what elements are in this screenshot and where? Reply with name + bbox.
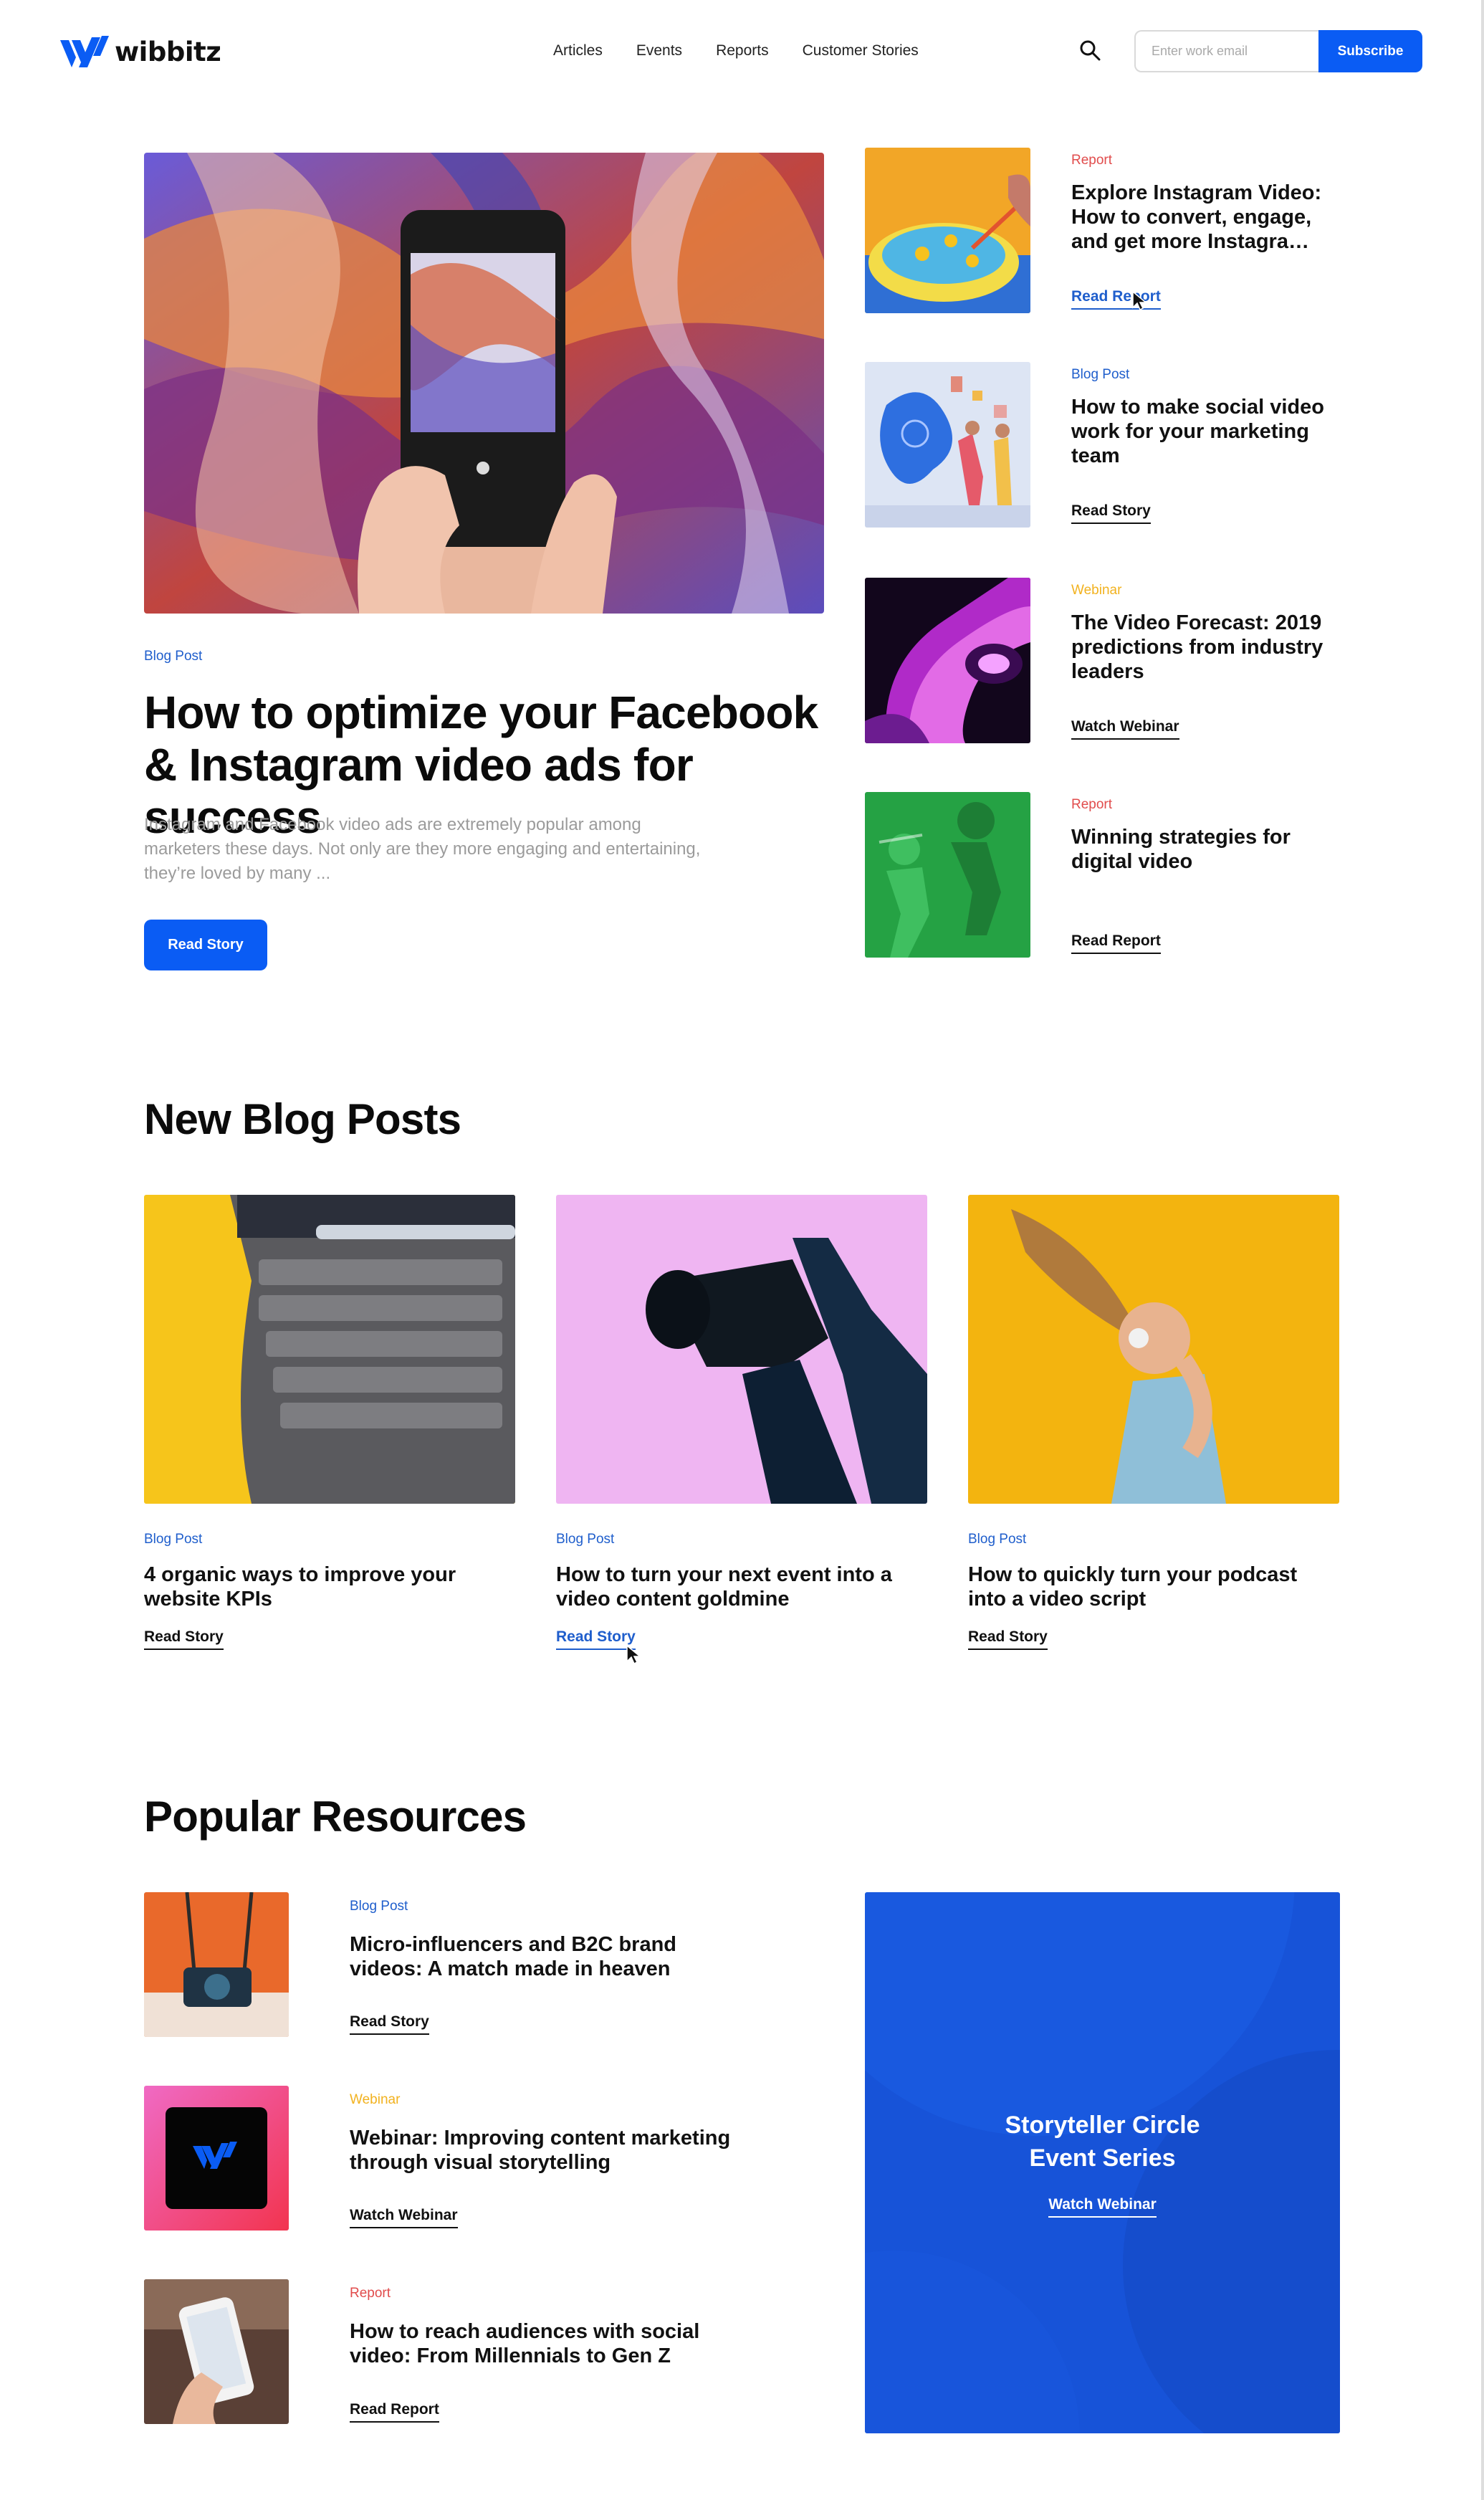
side-item-thumb[interactable]	[865, 148, 1030, 313]
popular-item: Webinar Webinar: Improving content marke…	[144, 2086, 789, 2231]
illustration-image	[865, 362, 1030, 528]
nav-customer-stories[interactable]: Customer Stories	[803, 40, 919, 62]
side-item: Report Explore Instagram Video: How to c…	[865, 148, 1424, 314]
popular-item-link[interactable]: Read Report	[350, 2401, 439, 2423]
side-item-link[interactable]: Read Report	[1071, 288, 1161, 310]
mouse-cursor-icon	[626, 1644, 641, 1665]
popular-item: Report How to reach audiences with socia…	[144, 2279, 789, 2424]
side-item-tag: Report	[1071, 153, 1113, 168]
logo[interactable]: wibbitz	[60, 34, 221, 69]
promo-title: Storyteller Circle Event Series	[865, 2109, 1340, 2175]
side-item-thumb[interactable]	[865, 362, 1030, 528]
blog-card: Blog Post How to quickly turn your podca…	[968, 1195, 1339, 1650]
subscribe-button[interactable]: Subscribe	[1318, 30, 1422, 72]
side-item-tag: Blog Post	[1071, 367, 1130, 382]
green-runners-image	[865, 792, 1030, 958]
new-blog-posts-heading: New Blog Posts	[144, 1095, 461, 1143]
popular-item-title[interactable]: Webinar: Improving content marketing thr…	[350, 2126, 751, 2175]
hero-read-story-button[interactable]: Read Story	[144, 920, 267, 970]
side-item-title[interactable]: How to make social video work for your m…	[1071, 395, 1329, 468]
hero-tag: Blog Post	[144, 649, 203, 664]
blog-card-tag: Blog Post	[968, 1532, 1027, 1547]
popular-item-title[interactable]: How to reach audiences with social video…	[350, 2319, 751, 2368]
abstract-purple-image	[865, 578, 1030, 743]
promo-link-wrap: Watch Webinar	[865, 2196, 1340, 2218]
blog-card-thumb[interactable]	[968, 1195, 1339, 1504]
popular-item-thumb[interactable]	[144, 1892, 289, 2037]
keyboard-image	[144, 1195, 515, 1504]
storyteller-promo-card[interactable]: Storyteller Circle Event Series Watch We…	[865, 1892, 1340, 2433]
side-item-thumb[interactable]	[865, 578, 1030, 743]
side-item-title[interactable]: Winning strategies for digital video	[1071, 825, 1329, 874]
popular-item-thumb[interactable]	[144, 2279, 289, 2424]
search-icon[interactable]	[1078, 39, 1101, 62]
side-item-title[interactable]: The Video Forecast: 2019 predictions fro…	[1071, 611, 1329, 684]
phone-hand-image	[144, 2279, 289, 2424]
scrollbar-thumb[interactable]	[1481, 0, 1484, 2500]
hero-image[interactable]	[144, 153, 824, 614]
nav-articles[interactable]: Articles	[553, 40, 603, 62]
side-item-title[interactable]: Explore Instagram Video: How to convert,…	[1071, 181, 1329, 254]
blog-card-title[interactable]: How to quickly turn your podcast into a …	[968, 1562, 1312, 1611]
blog-card-link[interactable]: Read Story	[968, 1628, 1048, 1650]
blog-card-tag: Blog Post	[144, 1532, 203, 1547]
camera-image	[556, 1195, 927, 1504]
popular-resources-heading: Popular Resources	[144, 1793, 527, 1841]
promo-watch-webinar-link[interactable]: Watch Webinar	[1048, 2196, 1157, 2218]
music-woman-image	[968, 1195, 1339, 1504]
side-item: Webinar The Video Forecast: 2019 predict…	[865, 578, 1424, 744]
side-item-tag: Report	[1071, 797, 1113, 812]
side-item-link[interactable]: Read Story	[1071, 502, 1151, 524]
popular-item: Blog Post Micro-influencers and B2C bran…	[144, 1892, 789, 2037]
side-item-link[interactable]: Watch Webinar	[1071, 718, 1179, 740]
email-input[interactable]	[1134, 30, 1320, 72]
popular-item-tag: Blog Post	[350, 1899, 408, 1914]
hero-excerpt: Instagram and Facebook video ads are ext…	[144, 815, 701, 883]
popular-item-tag: Webinar	[350, 2092, 401, 2107]
side-item-link[interactable]: Read Report	[1071, 932, 1161, 954]
camera-strap-image	[144, 1892, 289, 2037]
blog-card-tag: Blog Post	[556, 1532, 615, 1547]
promo-title-line1: Storyteller Circle	[1005, 2112, 1200, 2139]
hero-photo-phone-graffiti	[144, 153, 824, 614]
side-item: Blog Post How to make social video work …	[865, 362, 1424, 528]
blog-card-title[interactable]: How to turn your next event into a video…	[556, 1562, 900, 1611]
blog-card-title[interactable]: 4 organic ways to improve your website K…	[144, 1562, 488, 1611]
logo-text: wibbitz	[115, 36, 221, 67]
mouse-cursor-icon	[1132, 290, 1147, 311]
side-item-tag: Webinar	[1071, 583, 1122, 598]
pool-image	[865, 148, 1030, 313]
blog-card-link[interactable]: Read Story	[556, 1628, 636, 1650]
page-scrollbar[interactable]	[1481, 0, 1484, 2500]
popular-item-link[interactable]: Watch Webinar	[350, 2207, 458, 2228]
blog-card: Blog Post 4 organic ways to improve your…	[144, 1195, 515, 1650]
blog-card: Blog Post How to turn your next event in…	[556, 1195, 927, 1650]
blog-card-thumb[interactable]	[144, 1195, 515, 1504]
popular-item-thumb[interactable]	[144, 2086, 289, 2231]
popular-item-link[interactable]: Read Story	[350, 2013, 429, 2035]
blog-card-thumb[interactable]	[556, 1195, 927, 1504]
promo-title-line2: Event Series	[1029, 2144, 1176, 2172]
side-item-thumb[interactable]	[865, 792, 1030, 958]
popular-item-tag: Report	[350, 2286, 391, 2301]
nav-events[interactable]: Events	[636, 40, 682, 62]
main-nav: Articles Events Reports Customer Stories	[553, 40, 952, 62]
popular-item-title[interactable]: Micro-influencers and B2C brand videos: …	[350, 1932, 751, 1981]
site-header: wibbitz Articles Events Reports Customer…	[0, 0, 1484, 104]
blog-card-link[interactable]: Read Story	[144, 1628, 224, 1650]
wibbitz-logo-icon	[60, 36, 109, 67]
webinar-logo-image	[144, 2086, 289, 2231]
side-item: Report Winning strategies for digital vi…	[865, 792, 1424, 958]
nav-reports[interactable]: Reports	[716, 40, 769, 62]
